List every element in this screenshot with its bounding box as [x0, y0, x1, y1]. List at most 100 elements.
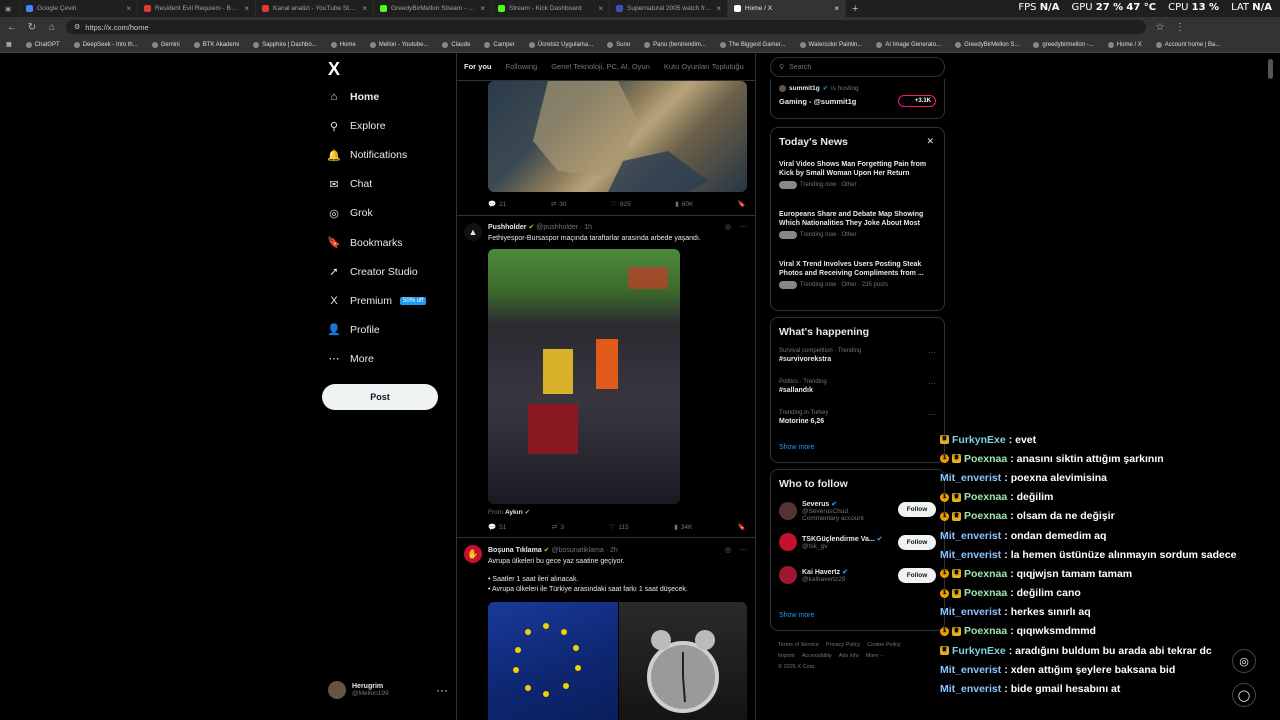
- bookmark-item[interactable]: Camper: [484, 41, 515, 48]
- bookmark-item[interactable]: The Biggest Gamer...: [719, 41, 786, 48]
- more-icon[interactable]: ···: [928, 410, 936, 419]
- browser-tab[interactable]: Kanal analizi - YouTube Studio ×: [256, 0, 374, 17]
- browser-tab[interactable]: Home / X ×: [728, 0, 846, 17]
- bookmark-item[interactable]: Mellon - Youtube...: [369, 41, 428, 48]
- home-icon[interactable]: ⌂: [46, 22, 58, 33]
- back-icon[interactable]: ←: [6, 22, 18, 33]
- sidebar-item-creator-studio[interactable]: ➚ Creator Studio: [328, 266, 417, 279]
- tab-for-you[interactable]: For you: [464, 62, 492, 71]
- close-tab-icon[interactable]: ×: [834, 4, 839, 13]
- like-button[interactable]: ♡ 115: [609, 523, 628, 532]
- footer-link[interactable]: Privacy Policy: [826, 642, 860, 648]
- more-icon[interactable]: ···: [928, 348, 936, 357]
- more-icon[interactable]: ···: [739, 222, 747, 231]
- sidebar-item-premium[interactable]: X Premium 50% off: [328, 295, 427, 307]
- reply-button[interactable]: 💬 51: [488, 523, 506, 532]
- bookmark-button[interactable]: 🔖: [738, 200, 746, 208]
- url-input[interactable]: ⚙ https://x.com/home: [66, 20, 1146, 34]
- tab-community-boardgames[interactable]: Kutu Oyunları Topluluğu: [664, 62, 744, 71]
- bookmark-item[interactable]: Home: [330, 41, 356, 48]
- new-tab-button[interactable]: +: [852, 3, 858, 15]
- show-more-link[interactable]: Show more: [779, 612, 814, 619]
- follow-button[interactable]: Follow: [898, 535, 936, 550]
- repost-button[interactable]: ⇄ 30: [551, 200, 567, 209]
- bookmark-item[interactable]: Account home | Ba...: [1155, 41, 1220, 48]
- scrollbar-thumb[interactable]: [1268, 59, 1273, 79]
- bookmark-item[interactable]: Ücretsiz Uygulama...: [528, 41, 593, 48]
- bookmark-item[interactable]: Watercolor Paintin...: [799, 41, 862, 48]
- search-input[interactable]: ⚲ Search: [770, 57, 945, 77]
- bookmark-item[interactable]: GreedyBirMellon S...: [955, 41, 1019, 48]
- sidebar-item-more[interactable]: ⋯ More: [328, 353, 374, 366]
- footer-link[interactable]: Imprint: [778, 653, 795, 659]
- bookmark-item[interactable]: ChatGPT: [25, 41, 60, 48]
- bookmark-item[interactable]: BTK Akademi: [193, 41, 239, 48]
- close-tab-icon[interactable]: ×: [244, 4, 249, 13]
- grok-icon[interactable]: ◎: [725, 546, 731, 554]
- pushholder-avatar[interactable]: ▲: [464, 223, 482, 241]
- bosuna-tiklama-avatar[interactable]: ✋: [464, 545, 482, 563]
- site-info-icon[interactable]: ⚙: [74, 23, 80, 31]
- sidebar-item-chat[interactable]: ✉ Chat: [328, 178, 372, 191]
- post-button[interactable]: Post: [322, 384, 438, 410]
- views-count[interactable]: ▮ 60K: [675, 200, 693, 209]
- bookmark-item[interactable]: DeepSeek - Into th...: [73, 41, 138, 48]
- footer-link[interactable]: © 2026 X Corp.: [778, 664, 816, 670]
- close-tab-icon[interactable]: ×: [716, 4, 721, 13]
- bookmark-item[interactable]: Suno: [607, 41, 630, 48]
- close-tab-icon[interactable]: ×: [362, 4, 367, 13]
- trend-item[interactable]: Survival competition · Trending #survivor…: [779, 348, 936, 379]
- footer-link[interactable]: Ads info: [839, 653, 859, 659]
- tab-community-tech[interactable]: Genel Teknoloji, PC, AI, Oyun: [551, 62, 650, 71]
- account-switcher[interactable]: Herugrim @Mellon199 ···: [328, 681, 448, 699]
- show-more-link[interactable]: Show more: [779, 444, 814, 451]
- close-tab-icon[interactable]: ×: [598, 4, 603, 13]
- post-video[interactable]: [488, 249, 680, 504]
- post-image-eu-flag[interactable]: [488, 602, 618, 720]
- follow-button[interactable]: Follow: [898, 502, 936, 517]
- bookmark-button[interactable]: 🔖: [738, 523, 746, 531]
- more-icon[interactable]: ···: [739, 545, 747, 554]
- sidebar-item-home[interactable]: ⌂ Home: [328, 91, 380, 103]
- author-name[interactable]: Boşuna Tıklama: [488, 547, 542, 554]
- browser-tab[interactable]: Google Çeviri ×: [20, 0, 138, 17]
- browser-tab[interactable]: Stream - Kick Dashboard ×: [492, 0, 610, 17]
- news-item[interactable]: Viral Video Shows Man Forgetting Pain fr…: [779, 160, 936, 210]
- footer-link[interactable]: Accessibility: [802, 653, 832, 659]
- bookmark-item[interactable]: Home / X: [1107, 41, 1142, 48]
- footer-link[interactable]: Cookie Policy: [867, 642, 900, 648]
- reply-button[interactable]: 💬 21: [488, 200, 506, 209]
- repost-button[interactable]: ⇄ 3: [552, 523, 564, 532]
- sidebar-item-bookmarks[interactable]: 🔖 Bookmarks: [327, 237, 402, 250]
- source-name[interactable]: Aykırı: [505, 509, 523, 516]
- browser-tab[interactable]: GreedyBirMellon Stream - Watch ×: [374, 0, 492, 17]
- tab-following[interactable]: Following: [506, 62, 538, 71]
- close-icon[interactable]: ✕: [926, 136, 934, 147]
- close-tab-icon[interactable]: ×: [126, 4, 131, 13]
- bookmark-item[interactable]: Gemini: [151, 41, 180, 48]
- bookmark-item[interactable]: Pano (bentrendim...: [644, 41, 706, 48]
- live-space-card[interactable]: summit1g ✔ is hosting Gaming - @summit1g +…: [770, 79, 945, 119]
- author-name[interactable]: Pushholder: [488, 224, 527, 231]
- browser-tab[interactable]: Supernatural 2005 watch free - 11×: [610, 0, 728, 17]
- bookmark-item[interactable]: AI Image Generato...: [876, 41, 941, 48]
- browser-tab[interactable]: Resident Evil Requiem - Bölüm 5 ×: [138, 0, 256, 17]
- bookmark-item[interactable]: Claude: [442, 41, 470, 48]
- bookmark-item[interactable]: greedybirmellon -...: [1033, 41, 1094, 48]
- post-image-clock[interactable]: [619, 602, 747, 720]
- star-icon[interactable]: ☆: [1154, 22, 1166, 33]
- sidebar-item-explore[interactable]: ⚲ Explore: [328, 120, 386, 133]
- messages-floating-button[interactable]: ◯: [1232, 683, 1256, 707]
- grok-floating-button[interactable]: ◎: [1232, 649, 1256, 673]
- trend-item[interactable]: Politics · Trending #sallandık ···: [779, 379, 936, 410]
- footer-link[interactable]: Terms of Service: [778, 642, 819, 648]
- bookmark-item[interactable]: Sapphire | Dashbo...: [253, 41, 317, 48]
- news-item[interactable]: Europeans Share and Debate Map Showing W…: [779, 210, 936, 260]
- apps-icon[interactable]: ▦: [6, 41, 12, 48]
- sidebar-item-notifications[interactable]: 🔔 Notifications: [327, 149, 407, 162]
- grok-icon[interactable]: ◎: [725, 223, 731, 231]
- trend-item[interactable]: Trending in Turkey Motorine 6,26 ···: [779, 410, 936, 441]
- news-item[interactable]: Viral X Trend Involves Users Posting Ste…: [779, 260, 936, 310]
- sidebar-item-profile[interactable]: 👤 Profile: [327, 324, 380, 337]
- tab-menu-icon[interactable]: ▣: [0, 0, 20, 17]
